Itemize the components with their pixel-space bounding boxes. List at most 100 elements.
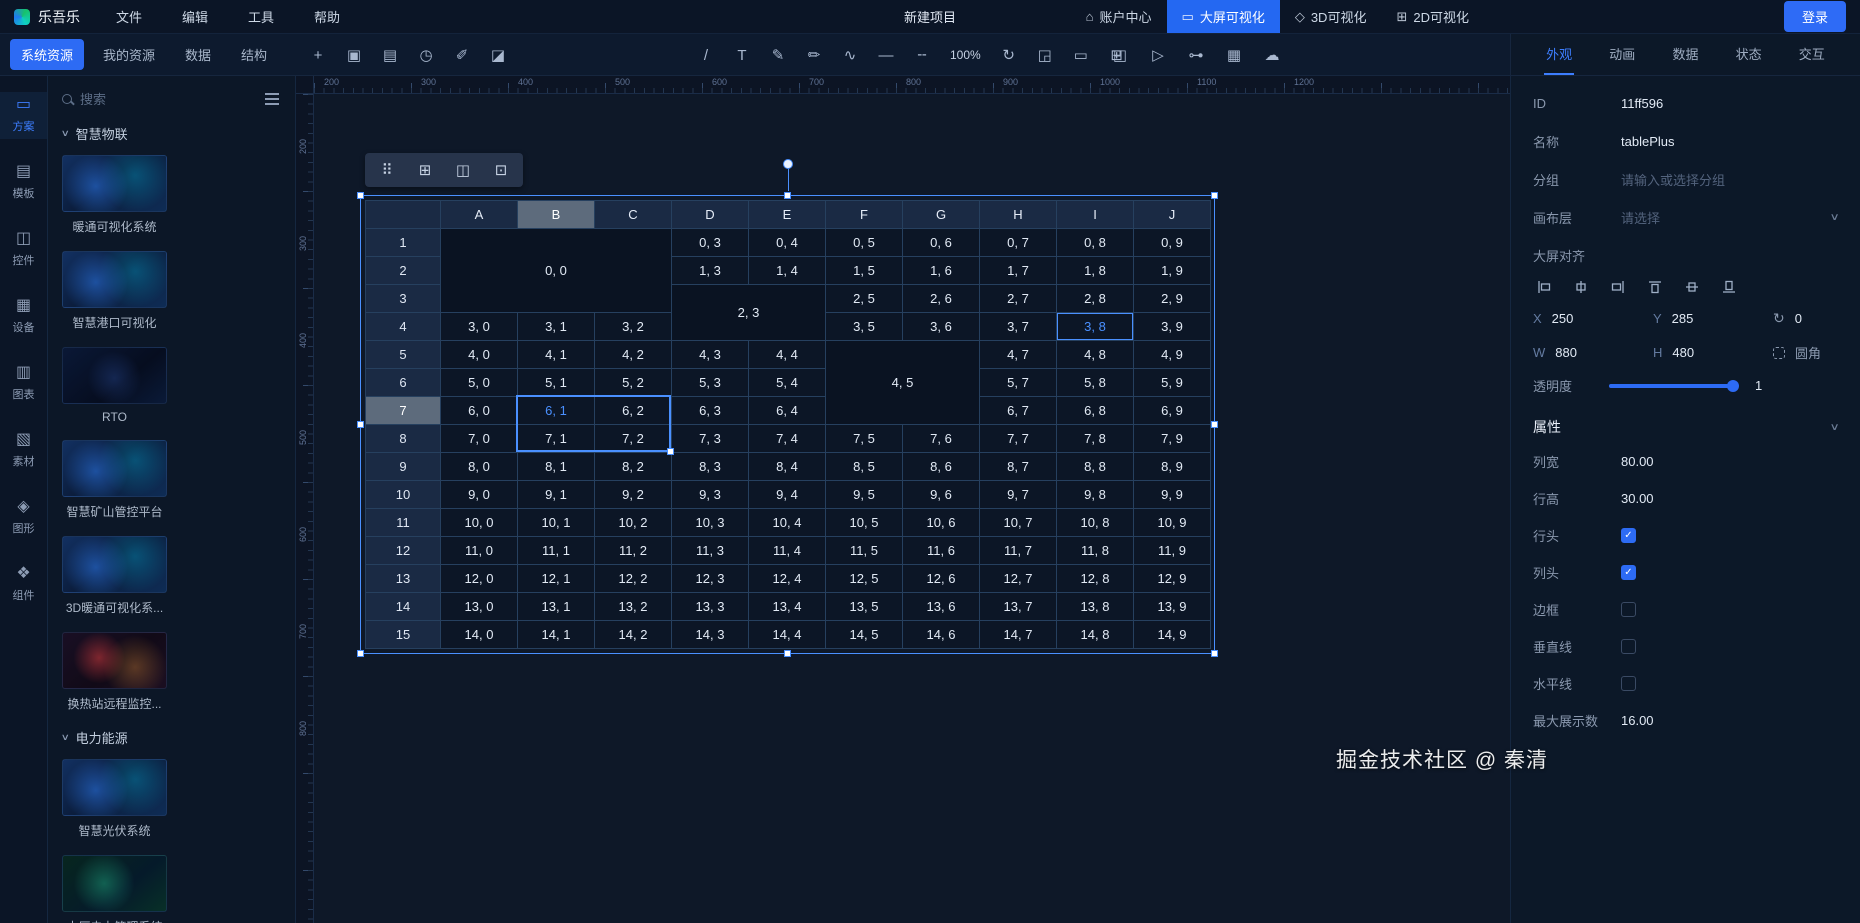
field-placeholder[interactable]: 请输入或选择分组 xyxy=(1621,170,1725,189)
resource-thumbnail[interactable]: 智慧矿山管控平台 xyxy=(62,440,167,520)
resize-handle[interactable] xyxy=(784,650,791,657)
align-right-icon[interactable] xyxy=(1607,276,1629,298)
table-cell[interactable]: 5, 4 xyxy=(749,369,826,397)
table-cell[interactable]: 1, 6 xyxy=(903,257,980,285)
table-cell[interactable]: 3, 7 xyxy=(980,313,1057,341)
table-cell[interactable]: 9, 7 xyxy=(980,481,1057,509)
zoom-level[interactable]: 100% xyxy=(942,48,989,62)
checkbox[interactable]: ✓ xyxy=(1621,528,1636,543)
table-cell[interactable]: 13, 3 xyxy=(672,593,749,621)
table-cell[interactable]: 3, 6 xyxy=(903,313,980,341)
table-cell[interactable]: 4, 3 xyxy=(672,341,749,369)
table-cell[interactable]: 4, 0 xyxy=(441,341,518,369)
table-cell[interactable]: 11, 6 xyxy=(903,537,980,565)
table-cell[interactable]: 1, 3 xyxy=(672,257,749,285)
resize-handle[interactable] xyxy=(1211,192,1218,199)
resource-thumbnail[interactable]: 暖通可视化系统 xyxy=(62,155,167,235)
checkbox[interactable]: ✓ xyxy=(1621,565,1636,580)
row-header-10[interactable]: 10 xyxy=(366,481,441,509)
table-cell[interactable]: 4, 5 xyxy=(826,341,980,425)
table-cell[interactable]: 14, 7 xyxy=(980,621,1057,649)
align-vertical-center-icon[interactable] xyxy=(1681,276,1703,298)
row-header-4[interactable]: 4 xyxy=(366,313,441,341)
table-cell[interactable]: 12, 9 xyxy=(1134,565,1211,593)
resource-thumbnail[interactable]: 大厦电力管理系统 xyxy=(62,855,167,923)
cloud-icon[interactable]: ☁ xyxy=(1256,40,1288,70)
table-cell[interactable]: 8, 6 xyxy=(903,453,980,481)
table-cell[interactable]: 13, 6 xyxy=(903,593,980,621)
align-bottom-icon[interactable] xyxy=(1718,276,1740,298)
text-tool-icon[interactable]: T xyxy=(726,40,758,70)
table-cell[interactable]: 12, 6 xyxy=(903,565,980,593)
login-button[interactable]: 登录 xyxy=(1784,1,1846,32)
table-cell[interactable]: 6, 3 xyxy=(672,397,749,425)
drag-handle-icon[interactable]: ⠿ xyxy=(369,156,405,184)
table-cell[interactable]: 3, 8 xyxy=(1057,313,1134,341)
table-cell[interactable]: 4, 8 xyxy=(1057,341,1134,369)
slider-knob[interactable] xyxy=(1727,380,1739,392)
table-cell[interactable]: 2, 9 xyxy=(1134,285,1211,313)
table-cell[interactable]: 4, 1 xyxy=(518,341,595,369)
format-brush-icon[interactable]: ✐ xyxy=(446,40,478,70)
table-cell[interactable]: 2, 5 xyxy=(826,285,903,313)
rail-components[interactable]: ❖组件 xyxy=(0,561,47,608)
tab-appearance[interactable]: 外观 xyxy=(1544,34,1574,75)
table-cell[interactable]: 2, 8 xyxy=(1057,285,1134,313)
table-cell[interactable]: 12, 0 xyxy=(441,565,518,593)
table-cell[interactable]: 0, 3 xyxy=(672,229,749,257)
rotate-value[interactable]: 0 xyxy=(1795,311,1802,326)
property-value[interactable]: 16.00 xyxy=(1621,713,1654,728)
table-cell[interactable]: 8, 1 xyxy=(518,453,595,481)
x-value[interactable]: 250 xyxy=(1552,311,1574,326)
row-header-6[interactable]: 6 xyxy=(366,369,441,397)
row-header-15[interactable]: 15 xyxy=(366,621,441,649)
rail-assets[interactable]: ▧素材 xyxy=(0,427,47,474)
table-cell[interactable]: 14, 4 xyxy=(749,621,826,649)
table-cell[interactable]: 5, 3 xyxy=(672,369,749,397)
table-cell[interactable]: 13, 0 xyxy=(441,593,518,621)
table-cell[interactable]: 7, 4 xyxy=(749,425,826,453)
table-cell[interactable]: 13, 5 xyxy=(826,593,903,621)
col-header-J[interactable]: J xyxy=(1134,201,1211,229)
curve-tool-icon[interactable]: ∿ xyxy=(834,40,866,70)
row-header-5[interactable]: 5 xyxy=(366,341,441,369)
field-placeholder[interactable]: 请选择 xyxy=(1621,208,1660,227)
table-cell[interactable]: 5, 1 xyxy=(518,369,595,397)
table-cell[interactable]: 2, 3 xyxy=(672,285,826,341)
tab-system-resources[interactable]: 系统资源 xyxy=(10,39,84,70)
table-cell[interactable]: 10, 4 xyxy=(749,509,826,537)
table-cell[interactable]: 9, 1 xyxy=(518,481,595,509)
table-cell[interactable]: 0, 5 xyxy=(826,229,903,257)
frame-icon[interactable]: ▭ xyxy=(1065,40,1097,70)
table-cell[interactable]: 13, 8 xyxy=(1057,593,1134,621)
h-value[interactable]: 480 xyxy=(1672,345,1694,360)
row-header-11[interactable]: 11 xyxy=(366,509,441,537)
table-cell[interactable]: 5, 9 xyxy=(1134,369,1211,397)
align-top-icon[interactable] xyxy=(1644,276,1666,298)
list-menu-icon[interactable] xyxy=(265,98,279,100)
tab-data[interactable]: 数据 xyxy=(174,39,222,70)
table-cell[interactable]: 14, 2 xyxy=(595,621,672,649)
rail-scheme[interactable]: ▭方案 xyxy=(0,92,47,139)
opacity-slider[interactable] xyxy=(1609,384,1739,388)
col-header-H[interactable]: H xyxy=(980,201,1057,229)
rail-charts[interactable]: ▥图表 xyxy=(0,360,47,407)
table-cell[interactable]: 3, 5 xyxy=(826,313,903,341)
col-header-A[interactable]: A xyxy=(441,201,518,229)
table-cell[interactable]: 9, 5 xyxy=(826,481,903,509)
nav-3d-viz[interactable]: ◇3D可视化 xyxy=(1280,0,1382,33)
split-cells-icon[interactable]: ◫ xyxy=(445,156,481,184)
table-cell[interactable]: 10, 0 xyxy=(441,509,518,537)
pencil-tool-icon[interactable]: ✎ xyxy=(762,40,794,70)
table-cell[interactable]: 11, 0 xyxy=(441,537,518,565)
package-icon[interactable]: ◰ xyxy=(1104,40,1136,70)
table-cell[interactable]: 13, 1 xyxy=(518,593,595,621)
property-value[interactable]: 80.00 xyxy=(1621,454,1654,469)
col-header-I[interactable]: I xyxy=(1057,201,1134,229)
table-cell[interactable]: 13, 2 xyxy=(595,593,672,621)
table-cell[interactable]: 9, 3 xyxy=(672,481,749,509)
table-cell[interactable]: 7, 3 xyxy=(672,425,749,453)
table-cell[interactable]: 8, 7 xyxy=(980,453,1057,481)
table-cell[interactable]: 1, 8 xyxy=(1057,257,1134,285)
table-cell[interactable]: 7, 0 xyxy=(441,425,518,453)
